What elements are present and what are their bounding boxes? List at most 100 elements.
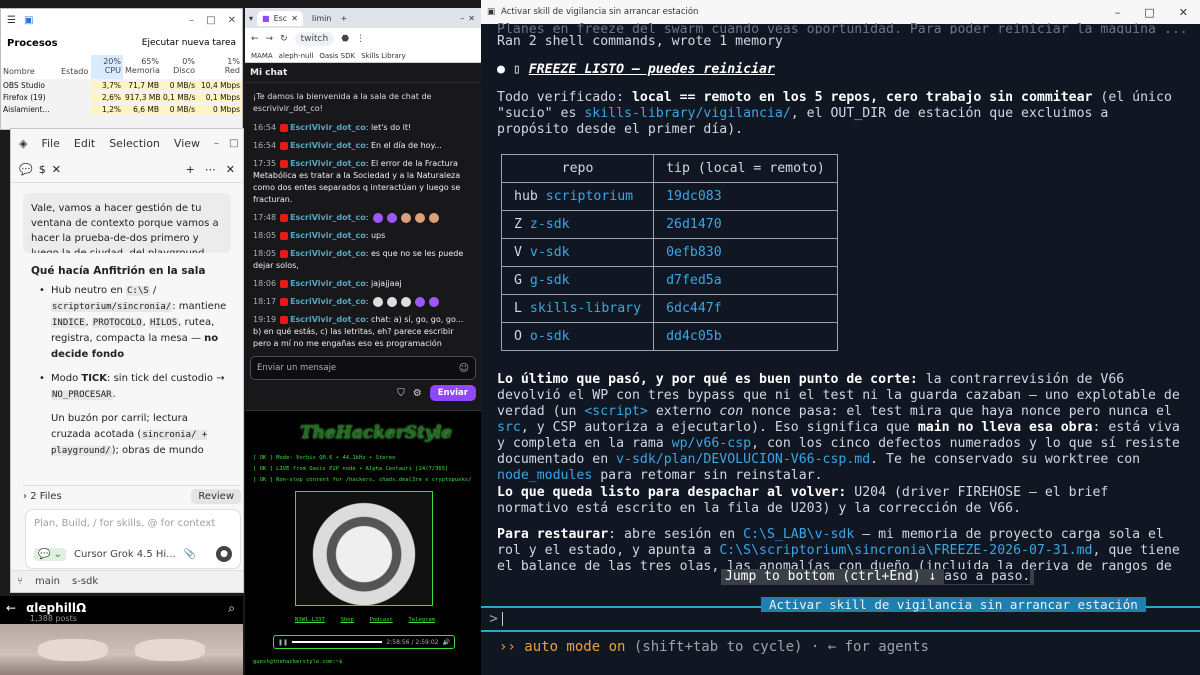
col-cpu[interactable]: 20% CPU	[91, 55, 123, 79]
hamburger-icon[interactable]: ☰	[7, 15, 16, 26]
minimize-icon[interactable]: –	[460, 14, 464, 23]
link-leet[interactable]: N3W1.L33T	[295, 617, 325, 623]
chat-username[interactable]: EscriVivir_dot_co	[290, 279, 366, 288]
attach-icon[interactable]: 📎	[184, 549, 196, 560]
address-bar: ← → ↻ twitch ⬣ ⋮	[245, 28, 481, 50]
page-title: Procesos	[7, 37, 58, 49]
skull-emote-icon	[400, 296, 411, 307]
close-icon[interactable]: ✕	[226, 163, 235, 176]
emoji-icon[interactable]: ☺	[459, 363, 469, 374]
extension-icon[interactable]: ⬣	[341, 34, 349, 44]
col-disk[interactable]: 0% Disco	[161, 55, 197, 79]
model-selector[interactable]: Cursor Grok 4.5 Hi...	[74, 549, 176, 560]
broadcaster-badge-icon	[280, 213, 289, 222]
shield-icon[interactable]: ⛉	[397, 388, 405, 399]
prompt-input[interactable]: >	[481, 608, 1200, 632]
menu-edit[interactable]: Edit	[74, 137, 95, 150]
terminal-icon: ▣	[487, 7, 496, 17]
reload-icon[interactable]: ↻	[280, 34, 288, 44]
close-icon[interactable]: ✕	[468, 14, 481, 23]
broadcaster-badge-icon	[280, 159, 289, 168]
link-telegram[interactable]: Telegram	[409, 617, 436, 623]
files-count[interactable]: 2 Files	[30, 491, 61, 502]
branch-name[interactable]: main	[35, 576, 60, 587]
search-icon[interactable]: ⌕	[228, 601, 243, 616]
review-button[interactable]: Review	[191, 489, 241, 504]
banner-shape	[38, 639, 108, 661]
chat-header: Mi chat	[245, 63, 481, 83]
stream-logo: TheHackerStyle	[300, 423, 453, 443]
composer-input[interactable]: Plan, Build, / for skills, @ for context	[26, 510, 240, 537]
mode-selector[interactable]: 💬 ⌄	[34, 547, 67, 561]
col-network[interactable]: 1% Red	[197, 55, 242, 79]
paragraph: Lo último que pasó, y por qué es buen pu…	[497, 372, 1180, 483]
url-field[interactable]: twitch	[294, 32, 335, 46]
link-podcast[interactable]: Podcast	[370, 617, 393, 623]
close-icon[interactable]: ✕	[228, 15, 236, 26]
maximize-icon[interactable]: □	[1144, 6, 1154, 19]
cursor-window: ◈ File Edit Selection View –□✕ 💬 $ ✕ + ⋯ ✕…	[10, 128, 244, 593]
twitter-profile: ← αlephillΩ ⌕ 1,388 posts	[0, 596, 243, 675]
back-icon[interactable]: ←	[251, 34, 259, 44]
col-name[interactable]: Nombre	[1, 55, 59, 79]
heart-emote-icon	[414, 296, 425, 307]
forward-icon[interactable]: →	[266, 34, 274, 44]
close-icon[interactable]: ✕	[1179, 6, 1188, 19]
send-button[interactable]: Enviar	[429, 385, 476, 401]
tab-chat[interactable]: $	[39, 163, 46, 176]
tab-twitch[interactable]: ■ Esc ✕	[257, 10, 303, 26]
repo-name[interactable]: s-sdk	[72, 576, 98, 587]
chat-username[interactable]: EscriVivir_dot_co	[290, 213, 366, 222]
list-item: Hub neutro en C:\S / scriptorium/sincron…	[39, 283, 229, 363]
progress-bar[interactable]	[292, 641, 383, 643]
table-row[interactable]: Firefox (19) 2,6% 917,3 MB 0,1 MB/s 0,1 Mbps	[1, 91, 242, 103]
table-row[interactable]: OBS Studio 3,7% 71,7 MB 0 MB/s 10,4 Mbps	[1, 79, 242, 91]
chat-input[interactable]: Enviar un mensaje ☺	[250, 356, 476, 380]
user-message: Vale, vamos a hacer gestión de tu ventan…	[23, 193, 231, 253]
microphone-icon[interactable]: ●	[216, 546, 232, 562]
table-row[interactable]: Aislamient... 1,2% 6,6 MB 0 MB/s 0 Mbps	[1, 103, 242, 115]
new-tab-icon[interactable]: +	[340, 14, 347, 23]
close-tab-icon[interactable]: ✕	[52, 163, 61, 176]
chat-messages: 16:54 EscriVivir_dot_co: let's do it! 16:…	[245, 119, 481, 353]
menu-icon[interactable]: ⋮	[356, 34, 365, 44]
minimize-icon[interactable]: –	[189, 15, 194, 26]
volume-icon[interactable]: 🔊	[443, 639, 450, 646]
menu-file[interactable]: File	[41, 137, 59, 150]
plus-icon[interactable]: +	[186, 163, 195, 176]
gear-icon[interactable]: ⚙	[413, 388, 422, 399]
col-state[interactable]: Estado	[59, 55, 91, 79]
maximize-icon[interactable]: □	[229, 138, 238, 149]
chat-username[interactable]: EscriVivir_dot_co	[290, 249, 366, 258]
files-bar: › 2 Files Review	[23, 485, 241, 507]
chat-username[interactable]: EscriVivir_dot_co	[290, 297, 366, 306]
bookmark-mama[interactable]: MAMA	[251, 52, 273, 60]
chat-username[interactable]: EscriVivir_dot_co	[290, 159, 366, 168]
back-arrow-icon[interactable]: ←	[6, 601, 16, 615]
minimize-icon[interactable]: –	[1115, 6, 1121, 19]
tab-list-icon[interactable]: ▾	[249, 14, 253, 23]
chevron-right-icon[interactable]: ›	[23, 491, 30, 502]
chat-tabs: 💬 $ ✕ + ⋯ ✕	[11, 157, 243, 183]
col-memory[interactable]: 65% Memoria	[123, 55, 161, 79]
more-icon[interactable]: ⋯	[205, 163, 216, 176]
chat-username[interactable]: EscriVivir_dot_co	[290, 123, 366, 132]
link-shop[interactable]: Shop	[341, 617, 354, 623]
menu-selection[interactable]: Selection	[109, 137, 160, 150]
menu-view[interactable]: View	[174, 137, 200, 150]
terminal-titlebar: ▣ Activar skill de vigilancia sin arranc…	[481, 0, 1200, 24]
bookmark-oasis[interactable]: Oasis SDK	[319, 52, 355, 60]
bookmark-skills[interactable]: Skills Library	[361, 52, 406, 60]
chat-composer[interactable]: Plan, Build, / for skills, @ for context…	[25, 509, 241, 569]
chat-username[interactable]: EscriVivir_dot_co	[290, 231, 366, 240]
stream-links: N3W1.L33T Shop Podcast Telegram	[295, 617, 435, 623]
tab-other[interactable]: limin	[307, 11, 337, 26]
minimize-icon[interactable]: –	[214, 138, 219, 149]
jump-to-bottom-button[interactable]: Jump to bottom (ctrl+End) ↓ aso a paso.	[721, 569, 1035, 585]
bookmark-aleph[interactable]: aleph-null	[279, 52, 314, 60]
maximize-icon[interactable]: □	[206, 15, 215, 26]
chat-username[interactable]: EscriVivir_dot_co	[290, 141, 366, 150]
pause-icon[interactable]: ❚❚	[278, 639, 288, 646]
run-new-task-button[interactable]: Ejecutar nueva tarea	[142, 38, 236, 48]
chat-username[interactable]: EscriVivir_dot_co	[290, 315, 366, 324]
